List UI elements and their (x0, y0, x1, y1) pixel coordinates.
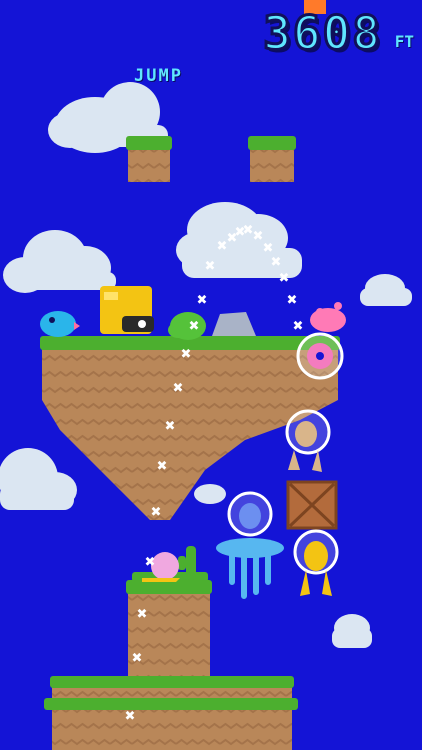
path-marker-icon: ✖ (145, 555, 156, 570)
path-marker-icon: ✖ (157, 459, 168, 474)
cloud-left (3, 230, 116, 293)
path-marker-icon: ✖ (137, 607, 148, 622)
cloud-right-small (360, 274, 412, 306)
altitude-counter: 3608 (262, 5, 382, 62)
floating-block-right (248, 136, 296, 182)
blue-bird-icon (40, 311, 80, 337)
altitude-unit: FT (394, 32, 414, 51)
path-marker-icon: ✖ (263, 241, 274, 256)
path-marker-icon: ✖ (151, 505, 162, 520)
blue-alien-bubble-icon[interactable] (216, 491, 284, 599)
path-marker-icon: ✖ (165, 419, 176, 434)
wooden-crate (286, 480, 338, 530)
path-marker-icon: ✖ (293, 319, 304, 334)
path-marker-icon: ✖ (287, 293, 298, 308)
base-island (44, 676, 298, 750)
cloud-center (176, 202, 302, 278)
floating-block-left (126, 136, 172, 182)
tan-alien-bubble-icon[interactable] (285, 409, 331, 472)
path-marker-icon: ✖ (132, 651, 143, 666)
yellow-alien-bubble-icon[interactable] (293, 529, 339, 596)
path-marker-icon: ✖ (205, 259, 216, 274)
green-bush (168, 312, 206, 340)
path-marker-icon: ✖ (125, 709, 136, 724)
jump-label[interactable]: JUMP (134, 66, 183, 86)
rock (212, 312, 256, 336)
path-marker-icon: ✖ (279, 271, 290, 286)
cloud-low-right (332, 614, 372, 648)
yellow-robot-icon (100, 286, 154, 334)
game-scene[interactable]: ✖✖✖✖✖ ✖✖✖✖✖✖✖✖✖✖✖✖✖✖✖✖✖ (0, 0, 422, 750)
cloud-low-left (0, 448, 77, 510)
path-marker-icon: ✖ (173, 381, 184, 396)
path-marker-icon: ✖ (197, 293, 208, 308)
pink-donut-bubble-icon[interactable] (296, 332, 344, 380)
cloud-mid-small (194, 484, 226, 504)
path-marker-icon: ✖ (271, 255, 282, 270)
path-marker-icon: ✖ (181, 347, 192, 362)
pink-alien-icon (310, 302, 346, 332)
path-marker-icon: ✖ (189, 319, 200, 334)
